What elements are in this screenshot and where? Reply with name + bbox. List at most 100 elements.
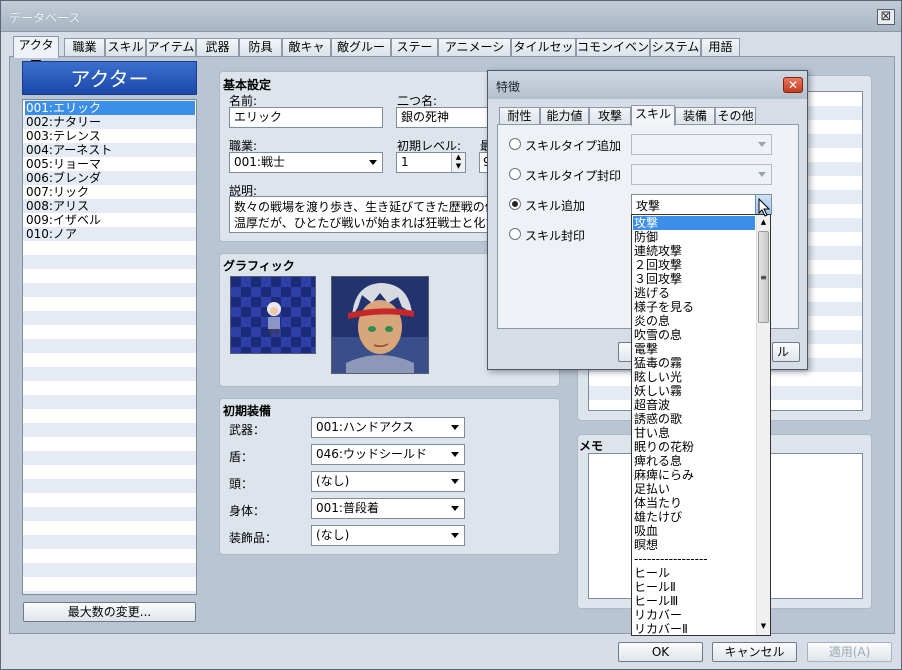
dropdown-item[interactable]: ヒール: [633, 566, 755, 580]
radio-button[interactable]: [509, 198, 521, 210]
graphic-title: グラフィック: [223, 259, 295, 273]
skill-type-seal-select[interactable]: [631, 164, 772, 185]
dialog-close-icon[interactable]: ✕: [783, 77, 803, 93]
actor-list-item[interactable]: 004:アーネスト: [25, 143, 195, 157]
dropdown-item[interactable]: リカバー: [633, 608, 755, 622]
dropdown-item[interactable]: ヒールⅡ: [633, 580, 755, 594]
tab-13[interactable]: 用語: [701, 38, 740, 56]
tab-10[interactable]: タイルセット: [511, 38, 576, 70]
actor-list-item[interactable]: 009:イザベル: [25, 213, 195, 227]
actor-list-item[interactable]: 010:ノア: [25, 227, 195, 241]
face-image[interactable]: [331, 276, 429, 374]
dropdown-item[interactable]: 超音波: [633, 398, 755, 412]
close-icon[interactable]: ⊠: [877, 9, 895, 25]
dropdown-item[interactable]: 吹雪の息: [633, 328, 755, 342]
tab-6[interactable]: 敵キャラ: [282, 38, 331, 70]
dialog-tab-1[interactable]: 能力値: [540, 107, 589, 125]
dropdown-item[interactable]: 体当たり: [633, 496, 755, 510]
tab-5[interactable]: 防具: [239, 38, 282, 56]
chevron-down-icon: [451, 452, 459, 457]
tab-12[interactable]: システム: [650, 38, 701, 56]
dropdown-item[interactable]: 誘惑の歌: [633, 412, 755, 426]
dropdown-item[interactable]: ２回攻撃: [633, 258, 755, 272]
cancel-button[interactable]: キャンセル: [712, 642, 797, 662]
scroll-up-icon[interactable]: ▲: [759, 217, 768, 227]
dialog-cancel-button-partial[interactable]: ル: [772, 342, 800, 362]
dropdown-item[interactable]: リカバーⅡ: [633, 622, 755, 635]
dropdown-item[interactable]: ヒールⅢ: [633, 594, 755, 608]
tab-0[interactable]: アクター: [13, 36, 59, 68]
actor-list-item[interactable]: 007:リック: [25, 185, 195, 199]
dropdown-item[interactable]: 眠りの花粉: [633, 440, 755, 454]
actor-list-item[interactable]: 005:リョーマ: [25, 157, 195, 171]
init-level-stepper[interactable]: 1 ▲ ▼: [396, 152, 466, 173]
equip-select[interactable]: 001:普段着: [311, 498, 465, 519]
character-sprite-image[interactable]: [230, 276, 316, 354]
actor-list-item[interactable]: 001:エリック: [25, 101, 195, 115]
radio-label: スキル追加: [525, 199, 586, 213]
equip-label: 身体：: [229, 504, 266, 518]
radio-button[interactable]: [509, 228, 521, 240]
radio-button[interactable]: [509, 138, 521, 150]
dropdown-item[interactable]: 眩しい光: [633, 370, 755, 384]
ok-button[interactable]: OK: [618, 642, 703, 662]
tab-3[interactable]: アイテム: [146, 38, 196, 56]
dropdown-item[interactable]: 足払い: [633, 482, 755, 496]
name-field[interactable]: エリック: [229, 107, 383, 128]
dropdown-item[interactable]: 防御: [633, 230, 755, 244]
nickname-field[interactable]: 銀の死神: [396, 107, 496, 128]
dropdown-item[interactable]: 麻痺にらみ: [633, 468, 755, 482]
dialog-tab-3[interactable]: スキル: [631, 105, 675, 126]
dialog-tab-5[interactable]: その他: [715, 107, 756, 125]
dropdown-item[interactable]: 攻撃: [633, 216, 755, 230]
dropdown-item[interactable]: 電撃: [633, 342, 755, 356]
skill-dropdown-list[interactable]: 攻撃 防御 連続攻撃 ２回攻撃 ３回攻撃 逃げる 様子を見る 炎の息 吹雪の息 電撃 猛毒の霧 眩しい…: [631, 214, 771, 636]
tab-1[interactable]: 職業: [64, 38, 105, 56]
dialog-tab-2[interactable]: 攻撃: [589, 107, 631, 125]
tab-4[interactable]: 武器: [196, 38, 239, 56]
equip-select[interactable]: (なし): [311, 525, 465, 546]
skill-type-add-select[interactable]: [631, 134, 772, 155]
dropdown-item[interactable]: 猛毒の霧: [633, 356, 755, 370]
equip-select[interactable]: 046:ウッドシールド: [311, 444, 465, 465]
dropdown-item[interactable]: 連続攻撃: [633, 244, 755, 258]
tab-9[interactable]: アニメーション: [438, 38, 511, 70]
actor-list-item[interactable]: 003:テレンス: [25, 129, 195, 143]
dropdown-item[interactable]: 雄たけび: [633, 510, 755, 524]
actor-list-item[interactable]: 006:ブレンダ: [25, 171, 195, 185]
dropdown-item[interactable]: -----------------: [633, 552, 755, 566]
dropdown-item[interactable]: 吸血: [633, 524, 755, 538]
class-select[interactable]: 001:戦士: [229, 152, 383, 173]
dropdown-item[interactable]: 逃げる: [633, 286, 755, 300]
actor-list[interactable]: 001:エリック 002:ナタリー 003:テレンス 004:アーネスト 005:リョー…: [22, 99, 197, 595]
dropdown-item[interactable]: ３回攻撃: [633, 272, 755, 286]
equip-select[interactable]: (なし): [311, 471, 465, 492]
spin-arrows-icon[interactable]: ▲ ▼: [451, 153, 465, 172]
actor-list-item[interactable]: 008:アリス: [25, 199, 195, 213]
dropdown-item[interactable]: 妖しい霧: [633, 384, 755, 398]
equip-select-value: 046:ウッドシールド: [316, 447, 427, 461]
sprite-figure-icon: [267, 302, 281, 334]
dropdown-item[interactable]: 痺れる息: [633, 454, 755, 468]
apply-button[interactable]: 適用(A): [807, 642, 892, 662]
dropdown-scrollbar[interactable]: ▲ ≡ ▼: [756, 215, 770, 635]
equip-select[interactable]: 001:ハンドアクス: [311, 417, 465, 438]
skill-add-select[interactable]: 攻撃: [631, 194, 772, 215]
scroll-thumb[interactable]: ≡: [758, 231, 769, 323]
chevron-down-icon: [369, 160, 377, 165]
radio-button[interactable]: [509, 168, 521, 180]
tab-8[interactable]: ステート: [391, 38, 438, 70]
change-max-button[interactable]: 最大数の変更...: [23, 602, 196, 622]
tab-11[interactable]: コモンイベント: [576, 38, 650, 70]
dropdown-item[interactable]: 様子を見る: [633, 300, 755, 314]
tab-7[interactable]: 敵グループ: [331, 38, 391, 70]
description-field[interactable]: 数々の戦場を渡り歩き、生き延びてきた歴戦の傭 温厚だが、ひとたび戦いが始まれば狂…: [229, 196, 493, 233]
actor-list-item[interactable]: 002:ナタリー: [25, 115, 195, 129]
dialog-tab-0[interactable]: 耐性: [499, 107, 540, 125]
dropdown-item[interactable]: 瞑想: [633, 538, 755, 552]
scroll-down-icon[interactable]: ▼: [759, 621, 768, 631]
dialog-tab-4[interactable]: 装備: [675, 107, 715, 125]
tab-2[interactable]: スキル: [105, 38, 146, 56]
dropdown-item[interactable]: 炎の息: [633, 314, 755, 328]
dropdown-item[interactable]: 甘い息: [633, 426, 755, 440]
